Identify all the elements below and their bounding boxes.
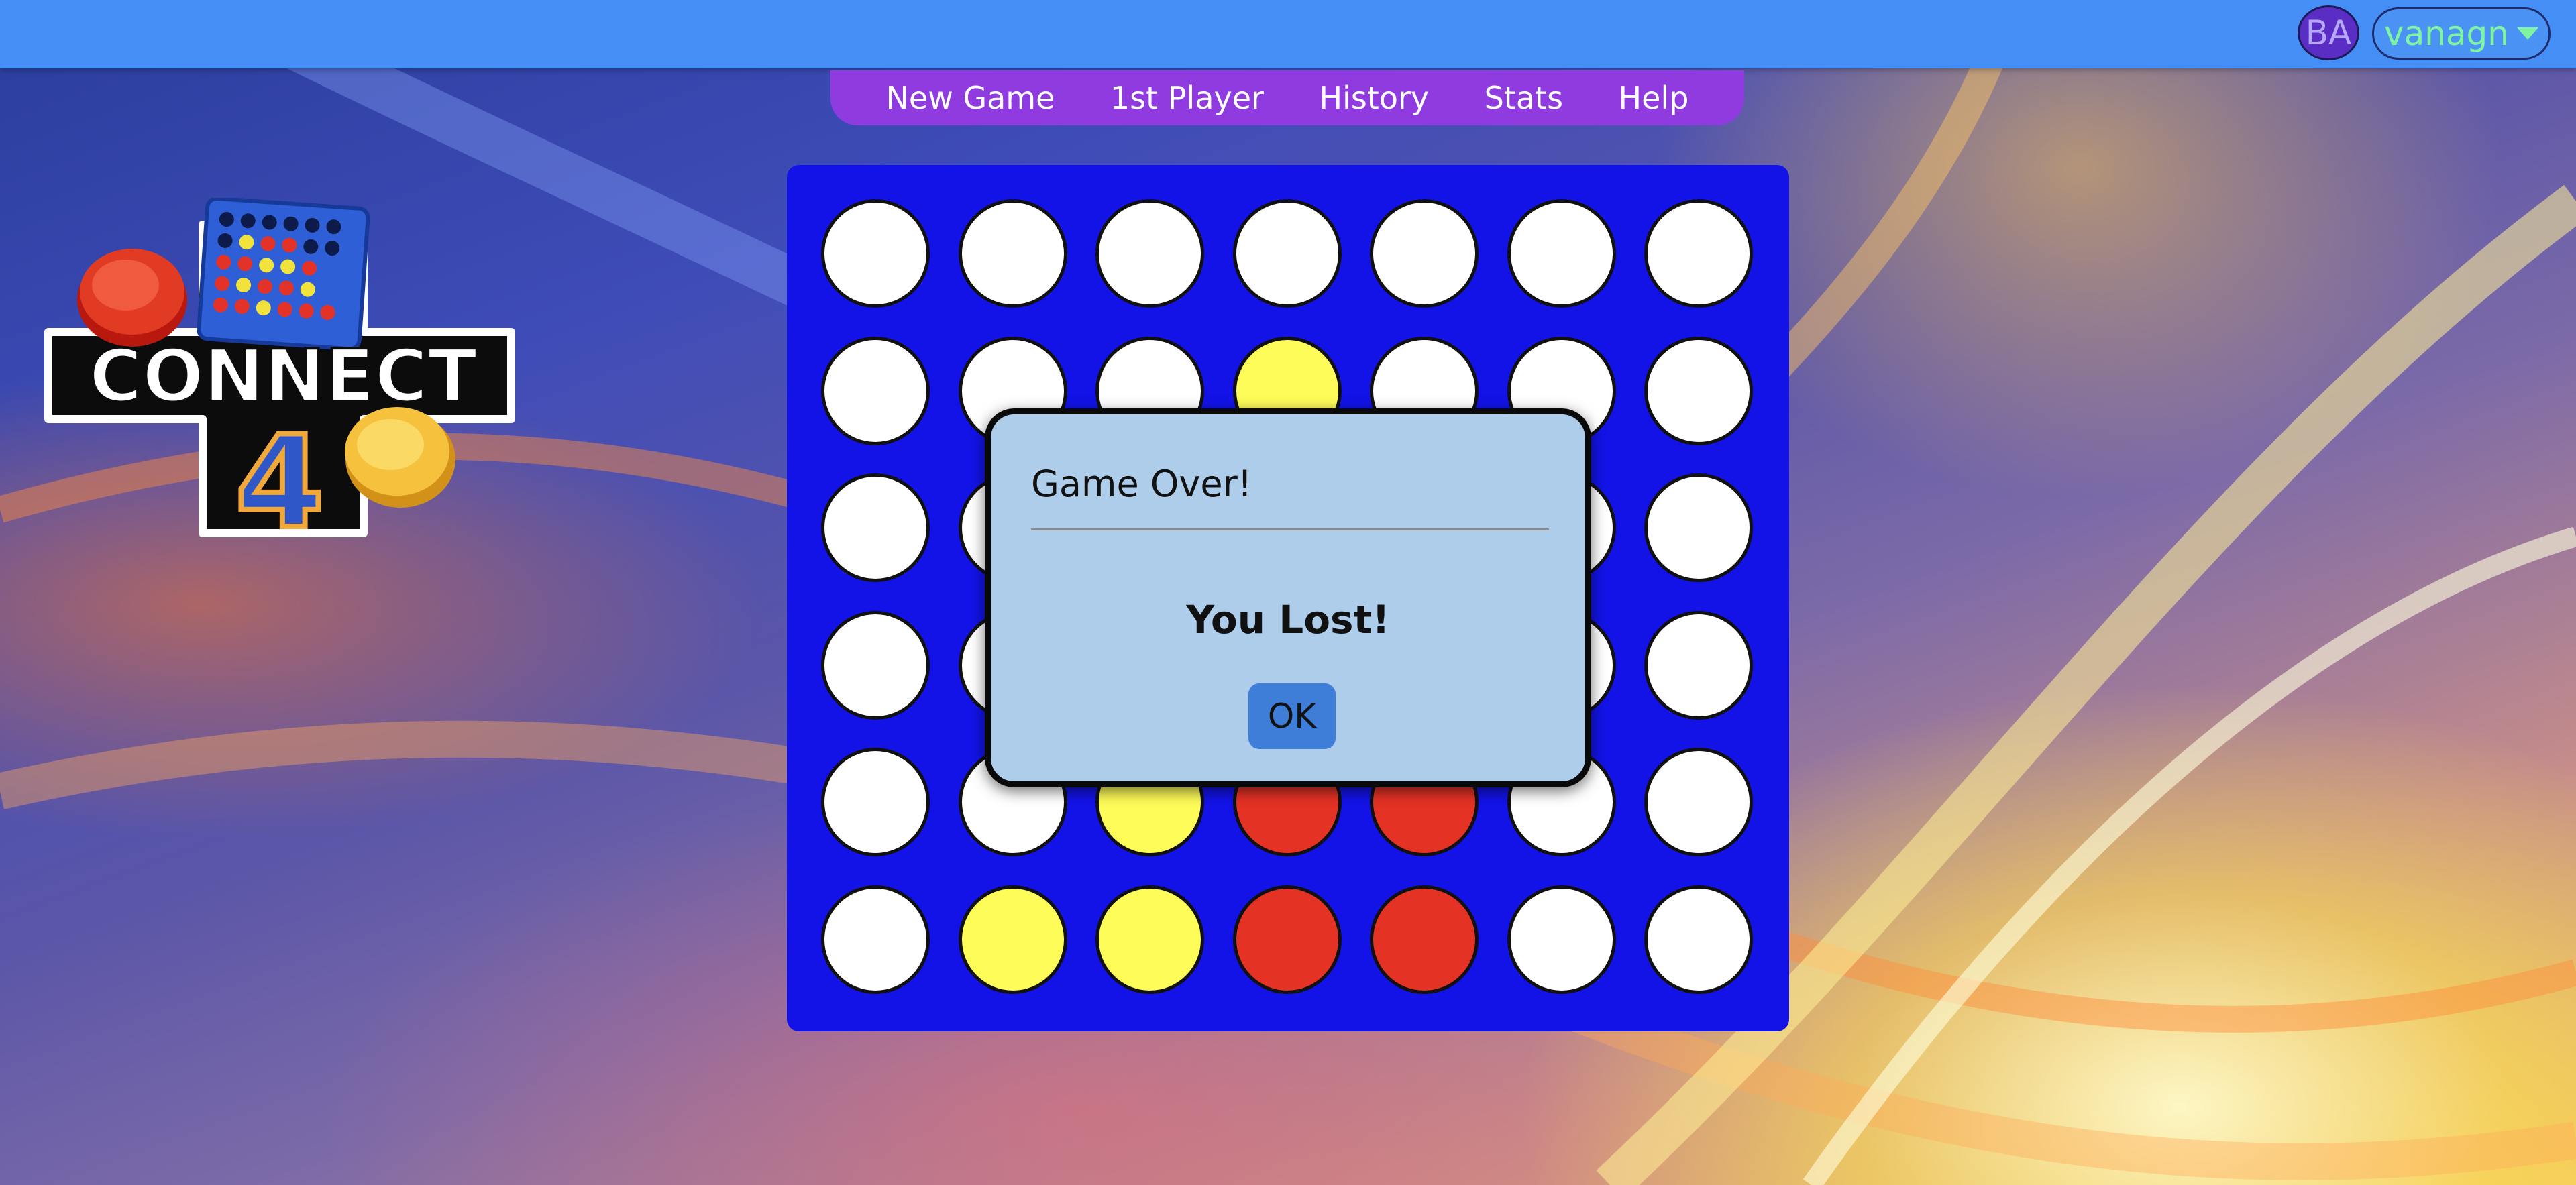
board-slot[interactable]	[1507, 885, 1616, 994]
dialog-message: You Lost!	[1186, 597, 1390, 642]
username-label: vanagn	[2384, 14, 2509, 53]
board-slot[interactable]	[958, 199, 1067, 308]
menu-item-history[interactable]: History	[1319, 80, 1429, 116]
logo-number: 4	[235, 408, 324, 543]
dialog-title: Game Over!	[1031, 463, 1252, 505]
board-slot[interactable]	[821, 336, 930, 445]
ok-button[interactable]: OK	[1248, 683, 1336, 749]
board-slot[interactable]	[821, 748, 930, 856]
board-slot[interactable]	[1507, 199, 1616, 308]
logo-text: CONNECT	[89, 335, 478, 418]
main-menu: New Game 1st Player History Stats Help	[830, 70, 1744, 125]
yellow-piece[interactable]	[1095, 885, 1204, 994]
chevron-down-icon	[2517, 27, 2538, 40]
menu-item-help[interactable]: Help	[1619, 80, 1689, 116]
user-menu-button[interactable]: vanagn	[2372, 7, 2551, 60]
board-slot[interactable]	[1644, 473, 1753, 582]
board-slot[interactable]	[1232, 199, 1342, 308]
board-slot[interactable]	[1095, 199, 1204, 308]
menu-item-first-player[interactable]: 1st Player	[1110, 80, 1264, 116]
dialog-divider	[1031, 528, 1549, 530]
board-slot[interactable]	[821, 199, 930, 308]
game-over-dialog: Game Over! You Lost! OK	[985, 408, 1591, 787]
menu-item-stats[interactable]: Stats	[1485, 80, 1563, 116]
board-slot[interactable]	[1644, 336, 1753, 445]
red-piece[interactable]	[1232, 885, 1342, 994]
board-slot[interactable]	[1370, 199, 1479, 308]
board-slot[interactable]	[821, 473, 930, 582]
user-avatar[interactable]: BA	[2298, 5, 2359, 60]
board-slot[interactable]	[821, 610, 930, 720]
red-piece[interactable]	[1370, 885, 1479, 994]
board-slot[interactable]	[1644, 748, 1753, 856]
board-slot[interactable]	[1644, 199, 1753, 308]
board-slot[interactable]	[821, 885, 930, 994]
menu-item-new-game[interactable]: New Game	[886, 80, 1055, 116]
yellow-piece[interactable]	[958, 885, 1067, 994]
board-slot[interactable]	[1644, 610, 1753, 720]
board-slot[interactable]	[1644, 885, 1753, 994]
connect4-logo: CONNECT 4	[44, 198, 515, 543]
top-bar: BA vanagn	[0, 0, 2576, 68]
